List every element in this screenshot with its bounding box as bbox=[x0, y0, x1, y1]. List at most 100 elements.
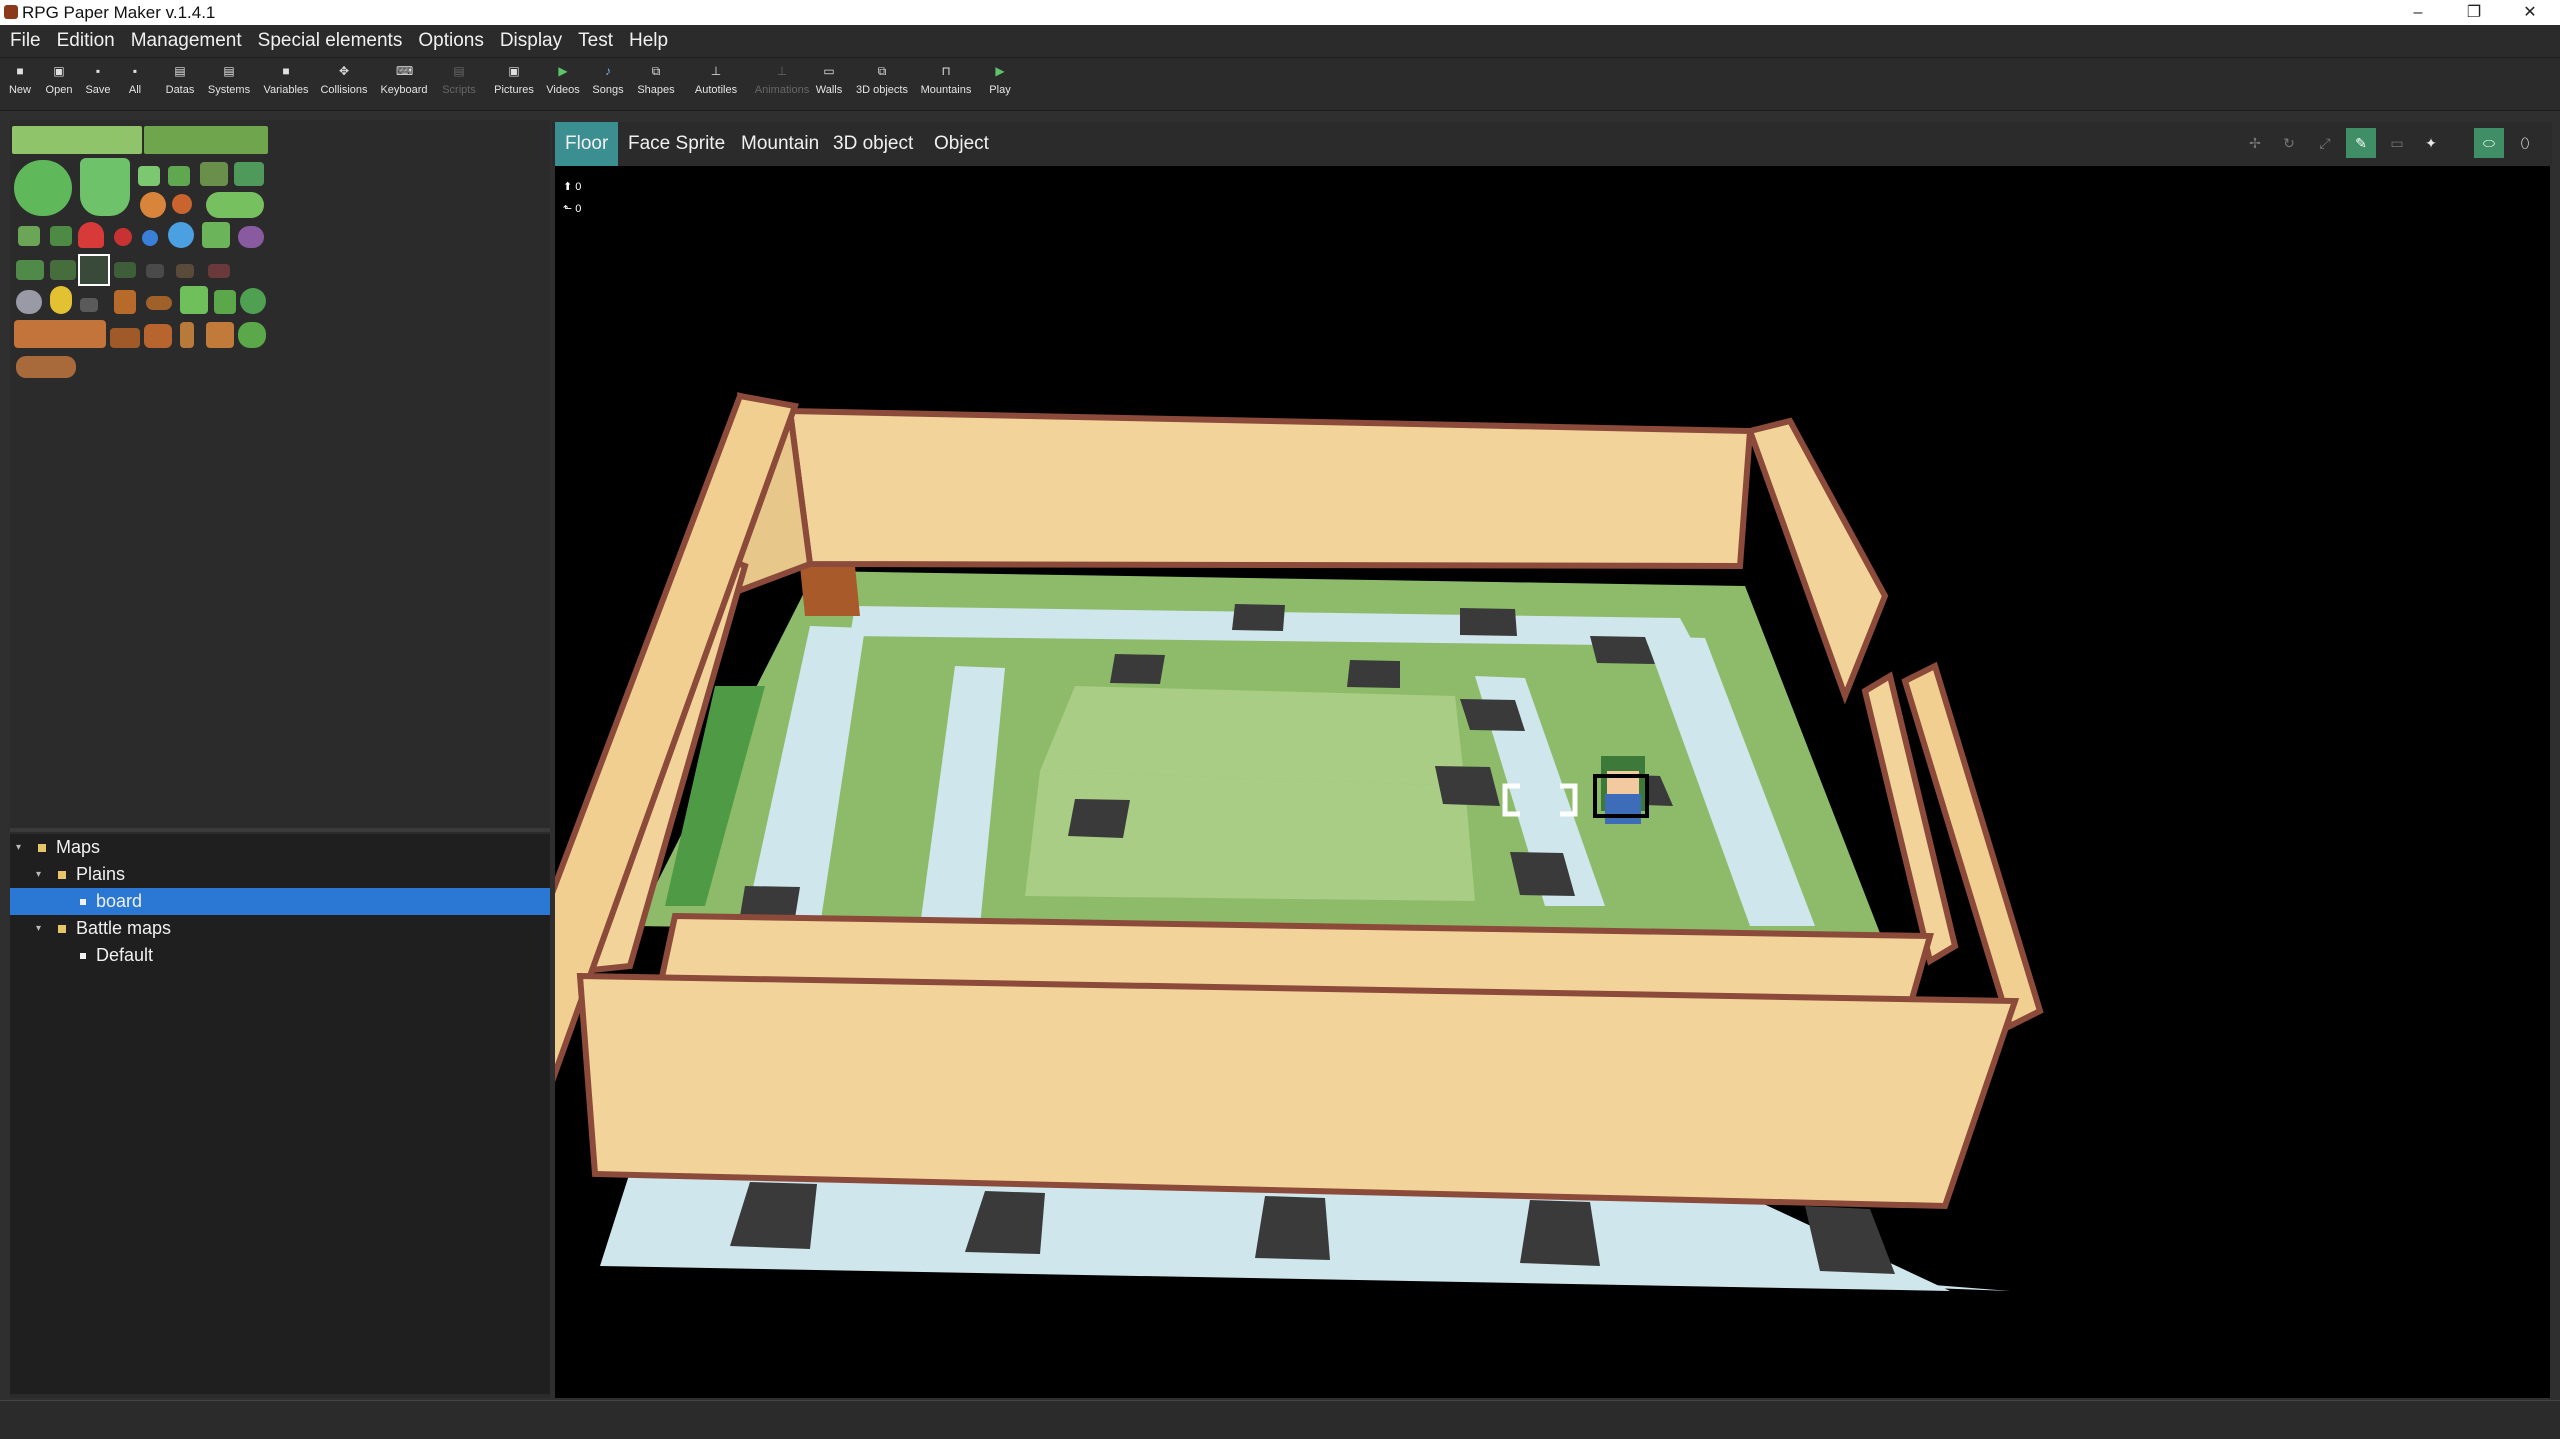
grass-clump-tile[interactable] bbox=[214, 290, 236, 314]
sunflower-tile[interactable] bbox=[50, 286, 72, 314]
datas-button[interactable]: ▤ Datas bbox=[162, 60, 198, 108]
save-button[interactable]: ▪ Save bbox=[82, 60, 114, 108]
paint-tool-icon[interactable]: ⬭ bbox=[2474, 128, 2504, 158]
fence-tile[interactable] bbox=[110, 328, 140, 348]
tree-item-battle-maps[interactable]: ▾ Battle maps bbox=[10, 915, 550, 942]
translate-tool-icon[interactable]: ✢ bbox=[2240, 128, 2270, 158]
shapes-button[interactable]: ⧉ Shapes bbox=[634, 60, 678, 108]
save-all-button[interactable]: ▪ All bbox=[122, 60, 148, 108]
leaf-tile[interactable] bbox=[18, 226, 40, 246]
stone-tile[interactable] bbox=[80, 298, 98, 312]
scripts-button[interactable]: ▤ Scripts bbox=[436, 60, 482, 108]
tab-3d-object[interactable]: 3D object bbox=[823, 122, 923, 166]
rock-tile[interactable] bbox=[16, 290, 42, 314]
hedge-tile[interactable] bbox=[206, 192, 264, 218]
sprout-tile[interactable] bbox=[138, 166, 160, 186]
dark-grass-tile[interactable] bbox=[50, 260, 76, 280]
tab-floor[interactable]: Floor bbox=[555, 122, 619, 166]
round-tree-tile[interactable] bbox=[14, 160, 72, 216]
weed-tile[interactable] bbox=[114, 262, 136, 278]
open-button[interactable]: ▣ Open bbox=[42, 60, 76, 108]
bush-small-tile[interactable] bbox=[240, 288, 266, 314]
menu-options[interactable]: Options bbox=[412, 25, 489, 57]
menu-special-elements[interactable]: Special elements bbox=[252, 25, 409, 57]
mountains-button[interactable]: ⊓ Mountains bbox=[918, 60, 974, 108]
collisions-button[interactable]: ✥ Collisions bbox=[318, 60, 370, 108]
fern-tile[interactable] bbox=[234, 162, 264, 186]
tall-grass-tile[interactable] bbox=[180, 286, 208, 314]
rectangle-tool-icon[interactable]: ▭ bbox=[2382, 128, 2412, 158]
rotate-tool-icon[interactable]: ↻ bbox=[2274, 128, 2304, 158]
grass-tuft-tile[interactable] bbox=[16, 260, 44, 280]
pencil-tool-icon[interactable]: ✎ bbox=[2346, 128, 2376, 158]
menu-help[interactable]: Help bbox=[623, 25, 674, 57]
selected-tile-cursor[interactable] bbox=[78, 254, 110, 286]
play-button[interactable]: ▶ Play bbox=[986, 60, 1014, 108]
minimize-button[interactable]: – bbox=[2390, 0, 2446, 25]
tab-face-sprite[interactable]: Face Sprite bbox=[618, 122, 735, 166]
variables-button[interactable]: ■ Variables bbox=[260, 60, 312, 108]
fence-log-tile[interactable] bbox=[14, 320, 106, 348]
small-mushroom-tile[interactable] bbox=[114, 228, 132, 246]
menu-file[interactable]: File bbox=[4, 25, 47, 57]
maximize-button[interactable]: ❐ bbox=[2446, 0, 2502, 25]
map-viewport[interactable]: ⬆ 0 ⬑ 0 bbox=[555, 166, 2550, 1398]
pebble-tile[interactable] bbox=[146, 264, 164, 278]
walls-button[interactable]: ▭ Walls bbox=[812, 60, 846, 108]
pictures-button[interactable]: ▣ Pictures bbox=[490, 60, 538, 108]
signpost-tile[interactable] bbox=[114, 290, 136, 314]
tileset-palette[interactable] bbox=[10, 122, 270, 382]
flower-tile[interactable] bbox=[140, 192, 166, 218]
close-button[interactable]: ✕ bbox=[2502, 0, 2558, 25]
branch-tile[interactable] bbox=[16, 356, 76, 378]
tree-item-board[interactable]: board bbox=[10, 888, 550, 915]
grass-tiles-strip[interactable] bbox=[12, 126, 142, 154]
tab-object[interactable]: Object bbox=[924, 122, 999, 166]
small-plant-tile[interactable] bbox=[168, 166, 190, 186]
expand-arrow-icon[interactable]: ▾ bbox=[36, 915, 48, 942]
menu-edition[interactable]: Edition bbox=[51, 25, 121, 57]
stump-tile[interactable] bbox=[144, 324, 172, 348]
gate-tile[interactable] bbox=[206, 322, 234, 348]
map-icon bbox=[80, 953, 86, 959]
front-outer-wall bbox=[576, 972, 2020, 1210]
tree-item-default[interactable]: Default bbox=[10, 942, 550, 969]
red-mushroom-tile[interactable] bbox=[78, 222, 104, 248]
blue-crystal-tile[interactable] bbox=[142, 230, 158, 246]
red-weed-tile[interactable] bbox=[208, 264, 230, 278]
animations-button[interactable]: ⊥ Animations bbox=[752, 60, 812, 108]
keyboard-button[interactable]: ⌨ Keyboard bbox=[376, 60, 432, 108]
leaf-small-tile[interactable] bbox=[50, 226, 72, 246]
small-flower-tile[interactable] bbox=[172, 194, 192, 214]
tree-item-plains[interactable]: ▾ Plains bbox=[10, 861, 550, 888]
systems-button[interactable]: ▤ Systems bbox=[206, 60, 252, 108]
tree-item-maps[interactable]: ▾ Maps bbox=[10, 834, 550, 861]
spider-plant-tile[interactable] bbox=[200, 162, 228, 186]
menu-test[interactable]: Test bbox=[572, 25, 619, 57]
blue-mushroom-tile[interactable] bbox=[168, 222, 194, 248]
player-sprite[interactable] bbox=[1601, 756, 1645, 824]
erase-tool-icon[interactable]: ⬯ bbox=[2510, 128, 2540, 158]
autotiles-button[interactable]: ⊥ Autotiles bbox=[692, 60, 740, 108]
bush-tiles-strip[interactable] bbox=[144, 126, 268, 154]
pine-tree-tile[interactable] bbox=[80, 158, 130, 216]
expand-arrow-icon[interactable]: ▾ bbox=[16, 834, 28, 861]
tab-mountain[interactable]: Mountain bbox=[731, 122, 829, 166]
scale-tool-icon[interactable]: ⤢ bbox=[2310, 128, 2340, 158]
videos-button[interactable]: ▶ Videos bbox=[544, 60, 582, 108]
twig-tile[interactable] bbox=[176, 264, 194, 278]
panel-splitter[interactable] bbox=[10, 828, 550, 832]
expand-arrow-icon[interactable]: ▾ bbox=[36, 861, 48, 888]
post-tile[interactable] bbox=[180, 322, 194, 348]
objects-3d-button[interactable]: ⧉ 3D objects bbox=[854, 60, 910, 108]
menu-display[interactable]: Display bbox=[494, 25, 568, 57]
pin-tool-icon[interactable]: ✦ bbox=[2416, 128, 2446, 158]
log-tile[interactable] bbox=[146, 296, 172, 310]
new-button[interactable]: ■ New bbox=[6, 60, 34, 108]
reed-tile[interactable] bbox=[202, 222, 230, 248]
keyboard-icon: ⌨ bbox=[396, 64, 414, 78]
menu-management[interactable]: Management bbox=[125, 25, 248, 57]
songs-button[interactable]: ♪ Songs bbox=[588, 60, 628, 108]
purple-flower-tile[interactable] bbox=[238, 226, 264, 248]
shrub-tile[interactable] bbox=[238, 322, 266, 348]
